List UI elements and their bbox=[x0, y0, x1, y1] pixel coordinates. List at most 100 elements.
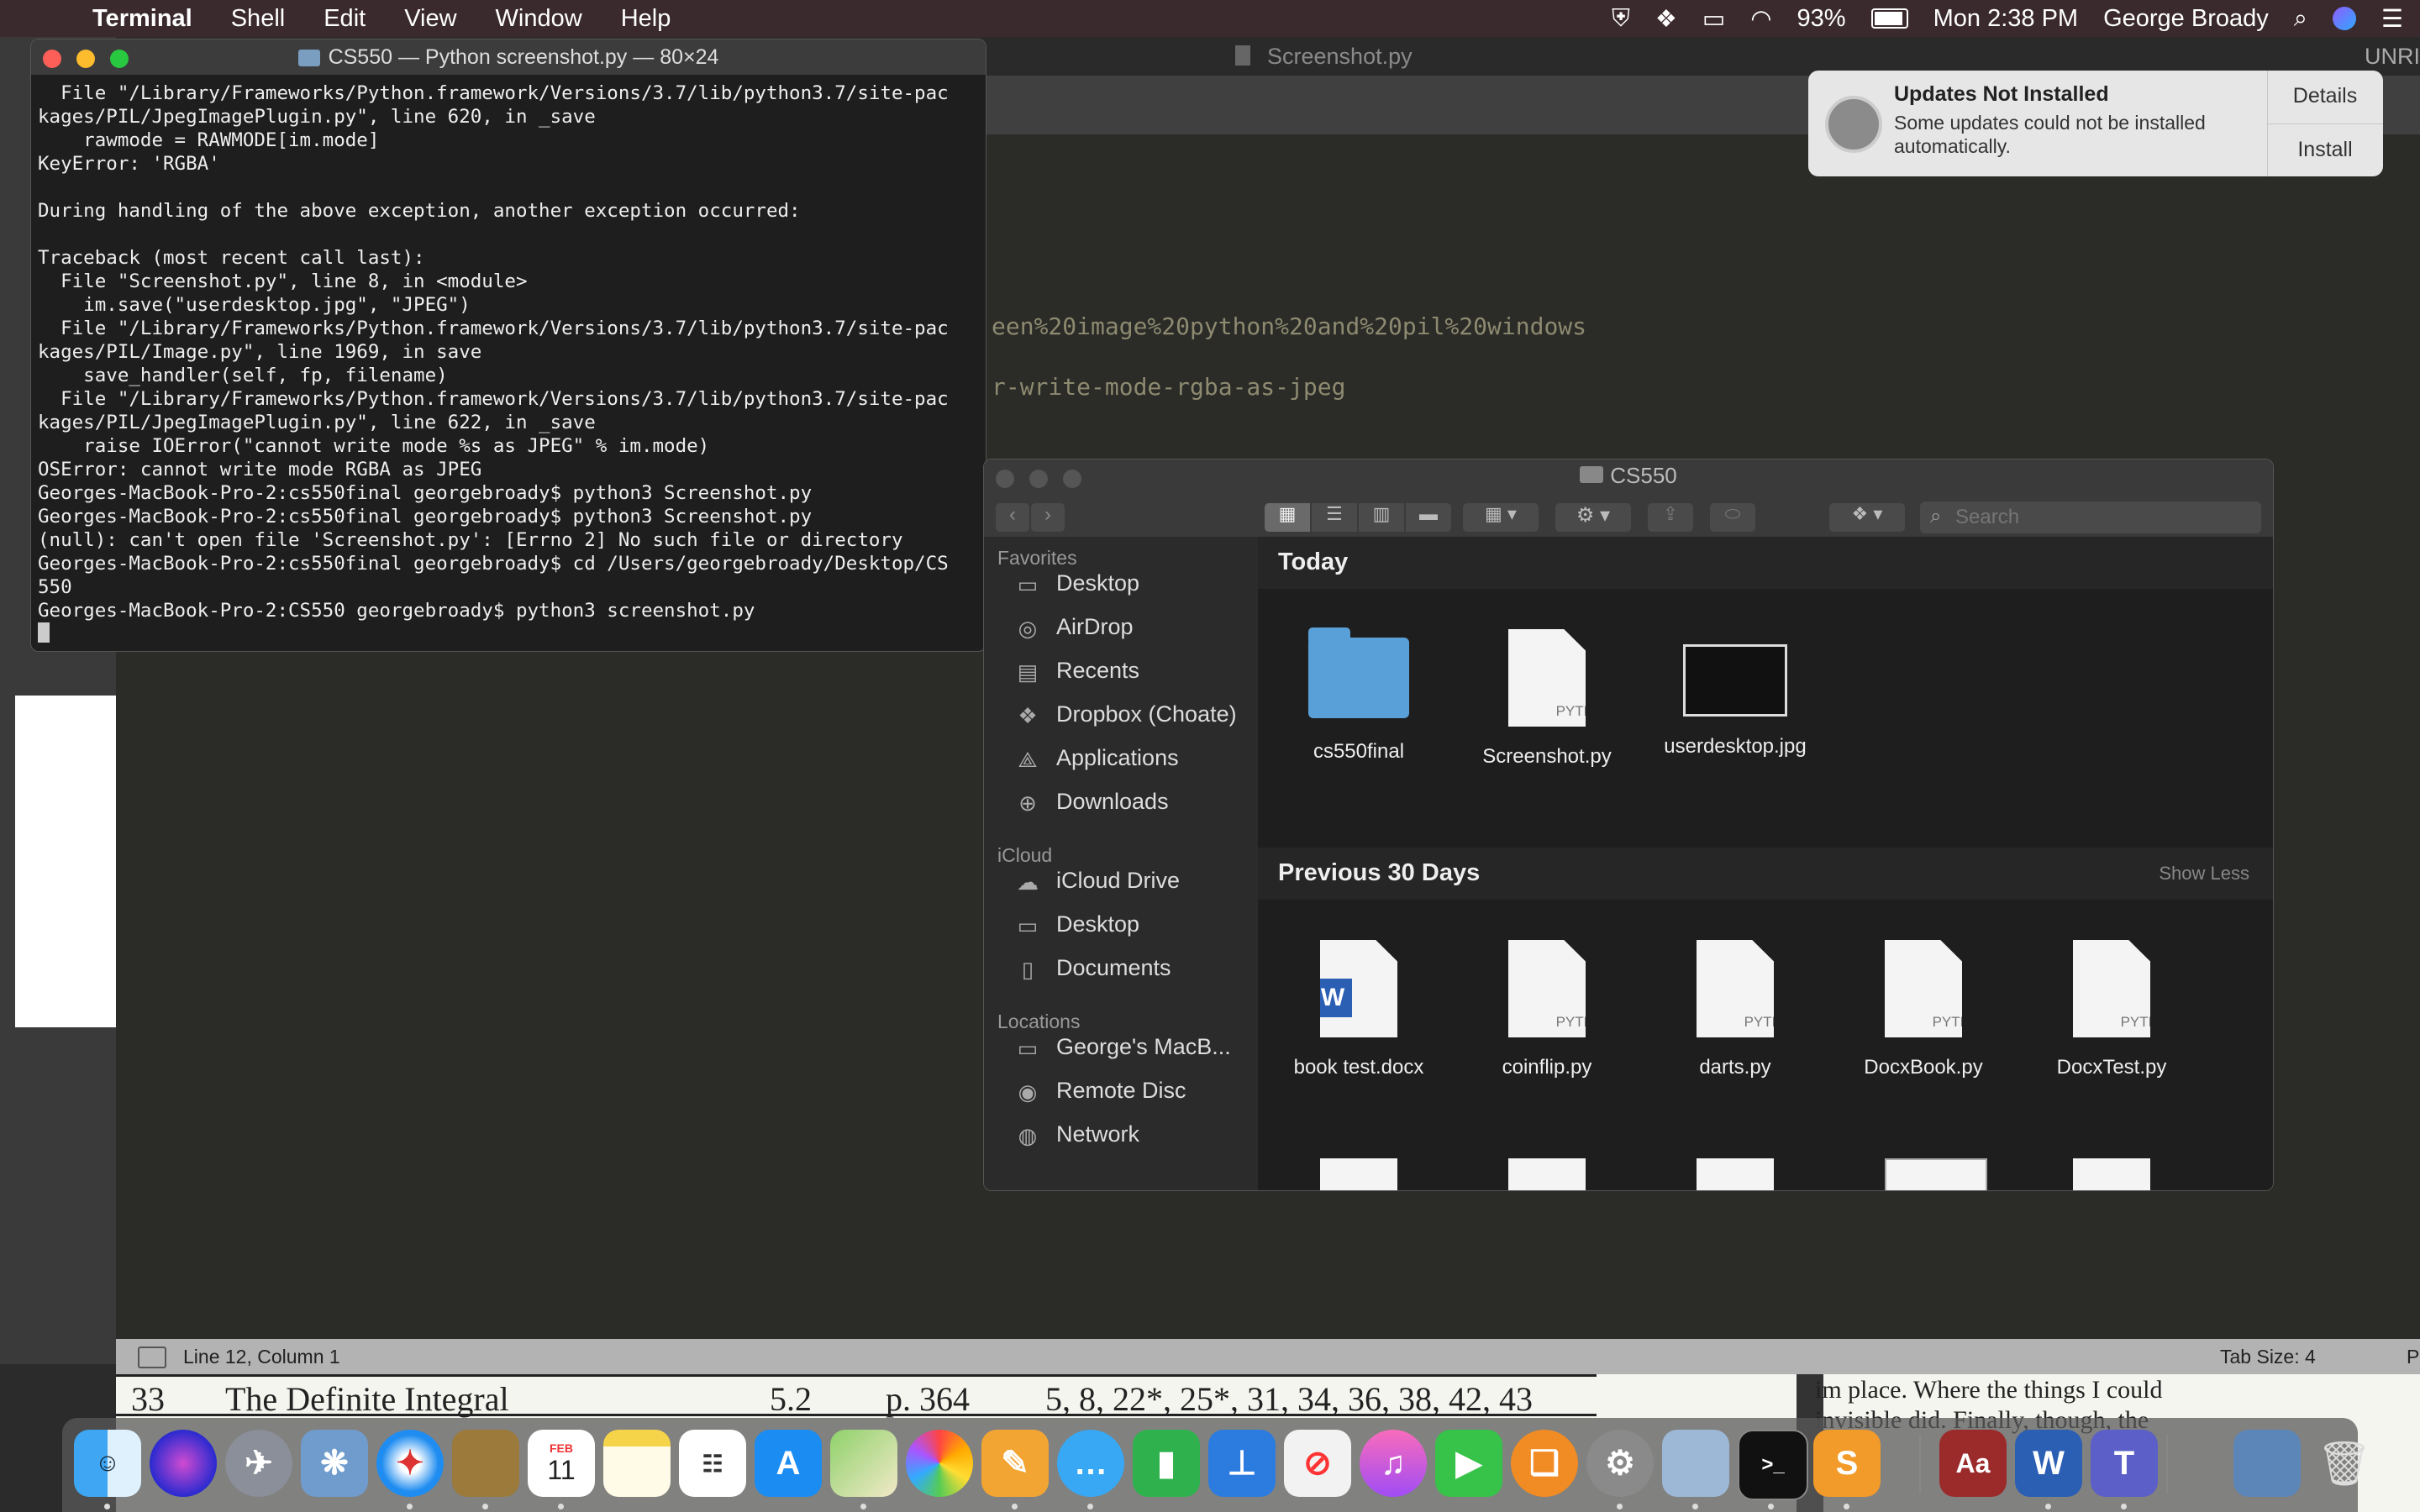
notefile-icon[interactable] bbox=[452, 1430, 519, 1497]
shield-icon[interactable]: ⛨ bbox=[1612, 5, 1630, 33]
sidebar-item-recents[interactable]: ▤ Recents bbox=[1014, 658, 1139, 685]
file-item[interactable]: PYTHON Screenshot.py bbox=[1471, 629, 1623, 769]
search-input[interactable] bbox=[1954, 505, 2251, 530]
code-line[interactable]: een%20image%20python%20and%20pil%20windo… bbox=[992, 312, 1586, 340]
books-icon[interactable]: ❑ bbox=[1511, 1430, 1578, 1497]
syntax-label[interactable]: P bbox=[2407, 1346, 2419, 1368]
file-item[interactable]: PYTHON DocxBook.py bbox=[1848, 940, 1999, 1079]
group-button[interactable]: ▦ ▾ bbox=[1463, 503, 1539, 532]
facetime-icon[interactable]: ▶ bbox=[1435, 1430, 1502, 1497]
gallery-view-button[interactable]: ▬ bbox=[1406, 503, 1451, 532]
system-preferences-icon[interactable]: ⚙ bbox=[1586, 1430, 1654, 1497]
sidebar-item-icloud-drive[interactable]: ☁ iCloud Drive bbox=[1014, 868, 1180, 895]
icon-view-button[interactable]: ▦ bbox=[1265, 503, 1310, 532]
finder-icon[interactable]: ☺ bbox=[74, 1430, 141, 1497]
sidebar-item-dropbox[interactable]: ❖ Dropbox (Choate) bbox=[1014, 701, 1236, 728]
dropbox-toolbar-button[interactable]: ❖ ▾ bbox=[1829, 503, 1905, 532]
siri-icon[interactable] bbox=[150, 1430, 217, 1497]
launchpad-icon[interactable]: ✈ bbox=[225, 1430, 292, 1497]
menu-item-help[interactable]: Help bbox=[621, 5, 671, 33]
preview-2-icon[interactable] bbox=[2233, 1430, 2301, 1497]
battery-icon[interactable] bbox=[1870, 8, 1908, 29]
siri-icon[interactable] bbox=[2333, 7, 2356, 30]
column-view-button[interactable]: ▥ bbox=[1359, 503, 1404, 532]
terminal-output[interactable]: File "/Library/Frameworks/Python.framewo… bbox=[31, 75, 986, 629]
finder-window[interactable]: CS550 ‹ › ▦ ☰ ▥ ▬ ▦ ▾ ⚙ ▾ ⇪ ⬭ ❖ ▾ ⌕ Favo… bbox=[983, 459, 2274, 1191]
file-item[interactable]: PYTHON coinflip.py bbox=[1471, 940, 1623, 1079]
sidebar-item-icloud-desktop[interactable]: ▭ Desktop bbox=[1014, 911, 1139, 938]
sidebar-item-documents[interactable]: ▯ Documents bbox=[1014, 955, 1171, 982]
forward-button[interactable]: › bbox=[1031, 503, 1065, 532]
sidebar-item-remote-disc[interactable]: ◉ Remote Disc bbox=[1014, 1078, 1186, 1105]
preview-icon[interactable]: ❋ bbox=[301, 1430, 368, 1497]
back-button[interactable]: ‹ bbox=[996, 503, 1029, 532]
battery-percent[interactable]: 93% bbox=[1797, 5, 1846, 33]
pages-icon[interactable]: ✎ bbox=[981, 1430, 1049, 1497]
file-item[interactable]: cs550final bbox=[1283, 627, 1434, 764]
calendar-icon[interactable]: FEB 11 bbox=[528, 1430, 595, 1497]
menu-item-view[interactable]: View bbox=[404, 5, 456, 33]
zoom-button[interactable] bbox=[110, 50, 129, 68]
menu-item-edit[interactable]: Edit bbox=[324, 5, 366, 33]
news-icon[interactable]: ⊘ bbox=[1284, 1430, 1351, 1497]
share-button[interactable]: ⇪ bbox=[1648, 503, 1693, 532]
file-item[interactable]: PYTHON DocxTest.py bbox=[2036, 940, 2187, 1079]
terminal-titlebar[interactable]: CS550 — Python screenshot.py — 80×24 bbox=[31, 39, 986, 75]
details-button[interactable]: Details bbox=[2267, 84, 2383, 108]
dictionary-icon[interactable]: Aa bbox=[1939, 1430, 2007, 1497]
terminal-icon[interactable]: >_ bbox=[1738, 1430, 1808, 1500]
user-name[interactable]: George Broady bbox=[2103, 5, 2269, 33]
install-button[interactable]: Install bbox=[2267, 138, 2383, 162]
terminal-window[interactable]: CS550 — Python screenshot.py — 80×24 Fil… bbox=[30, 39, 986, 652]
wifi-icon[interactable]: ◠ bbox=[1750, 4, 1771, 34]
menu-item-window[interactable]: Window bbox=[496, 5, 582, 33]
keynote-icon[interactable]: ⊥ bbox=[1208, 1430, 1276, 1497]
file-icon-partial[interactable] bbox=[1508, 1158, 1586, 1190]
sidebar-item-desktop[interactable]: ▭ Desktop bbox=[1014, 570, 1139, 597]
minimize-button[interactable] bbox=[76, 50, 95, 68]
panel-toggle-icon[interactable] bbox=[138, 1347, 166, 1368]
itunes-icon[interactable]: ♫ bbox=[1360, 1430, 1427, 1497]
word-icon[interactable]: W bbox=[2015, 1430, 2082, 1497]
teams-icon[interactable]: T bbox=[2091, 1430, 2158, 1497]
file-icon-partial[interactable] bbox=[2073, 1158, 2150, 1190]
trash-icon[interactable]: 🗑 bbox=[2311, 1430, 2378, 1497]
file-item[interactable]: PYTHON darts.py bbox=[1660, 940, 1811, 1079]
photos-icon[interactable] bbox=[906, 1430, 973, 1497]
code-line[interactable]: r-write-mode-rgba-as-jpeg bbox=[992, 373, 1345, 401]
tab-size[interactable]: Tab Size: 4 bbox=[2220, 1346, 2316, 1368]
notification-banner[interactable]: Updates Not Installed Some updates could… bbox=[1808, 71, 2383, 176]
sidebar-item-airdrop[interactable]: ◎ AirDrop bbox=[1014, 614, 1134, 641]
airplay-icon[interactable]: ▭ bbox=[1702, 4, 1725, 34]
numbers-icon[interactable]: ▮ bbox=[1133, 1430, 1200, 1497]
menu-item-shell[interactable]: Shell bbox=[231, 5, 286, 33]
sidebar-item-network[interactable]: ◍ Network bbox=[1014, 1121, 1139, 1148]
sidebar-item-macbook[interactable]: ▭ George's MacB... bbox=[1014, 1034, 1231, 1061]
sidebar-item-applications[interactable]: ⟁ Applications bbox=[1014, 745, 1178, 772]
sublime-text-icon[interactable]: S bbox=[1813, 1430, 1881, 1497]
messages-icon[interactable]: … bbox=[1057, 1430, 1124, 1497]
file-item[interactable]: userdesktop.jpg bbox=[1660, 629, 1811, 759]
reminders-icon[interactable]: ☷ bbox=[679, 1430, 746, 1497]
list-view-button[interactable]: ☰ bbox=[1312, 503, 1357, 532]
safari-icon[interactable]: ✦ bbox=[376, 1430, 444, 1497]
maps-icon[interactable] bbox=[830, 1430, 897, 1497]
sidebar-item-downloads[interactable]: ⊕ Downloads bbox=[1014, 789, 1168, 816]
tag-button[interactable]: ⬭ bbox=[1710, 503, 1755, 532]
show-less-button[interactable]: Show Less bbox=[2159, 863, 2249, 885]
app-store-icon[interactable]: A bbox=[755, 1430, 822, 1497]
gear-icon[interactable]: ⚙ ▾ bbox=[1555, 503, 1631, 532]
search-field[interactable]: ⌕ bbox=[1920, 501, 2261, 533]
image-capture-icon[interactable] bbox=[1662, 1430, 1729, 1497]
clock[interactable]: Mon 2:38 PM bbox=[1933, 5, 2078, 33]
file-icon-partial[interactable] bbox=[1885, 1158, 1987, 1190]
search-icon[interactable]: ⌕ bbox=[2294, 5, 2307, 33]
file-item[interactable]: W book test.docx bbox=[1283, 940, 1434, 1079]
file-icon-partial[interactable] bbox=[1697, 1158, 1774, 1190]
menu-app-name[interactable]: Terminal bbox=[92, 5, 192, 33]
notes-icon[interactable] bbox=[603, 1430, 671, 1497]
dropbox-icon[interactable]: ❖ bbox=[1655, 4, 1677, 34]
notification-center-icon[interactable]: ☰ bbox=[2381, 4, 2403, 34]
close-button[interactable] bbox=[43, 50, 61, 68]
file-icon-partial[interactable] bbox=[1320, 1158, 1397, 1190]
